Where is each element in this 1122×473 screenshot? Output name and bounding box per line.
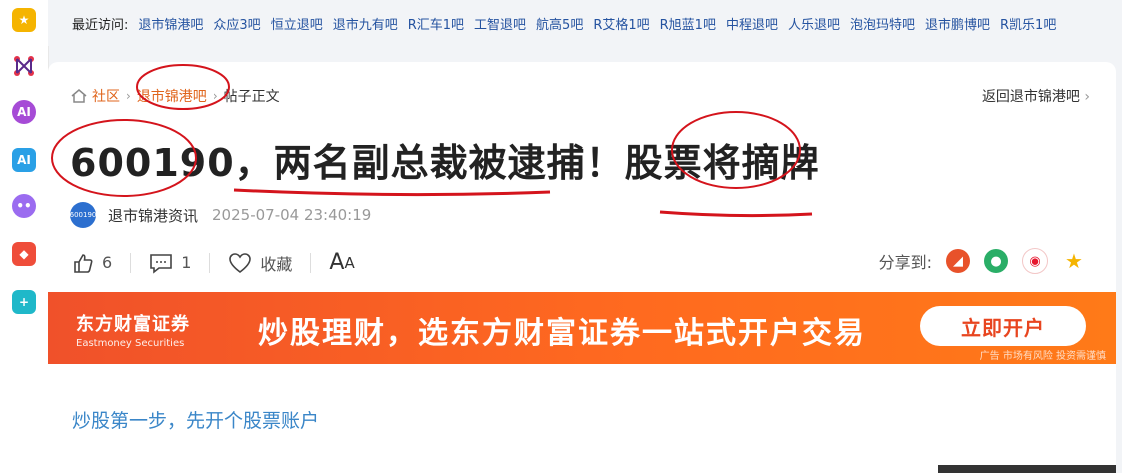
star-icon[interactable]: ★ [12, 8, 36, 32]
heart-icon [229, 252, 252, 273]
chevron-right-icon: › [1084, 89, 1090, 105]
robot-icon[interactable]: •• [12, 194, 36, 218]
open-account-link[interactable]: 炒股第一步，先开个股票账户 [72, 406, 319, 433]
share-bar: 分享到: ◢ ● ◉ ★ [879, 248, 1086, 274]
comment-icon [150, 253, 172, 274]
recent-link[interactable]: R凯乐1吧 [1000, 14, 1056, 33]
chevron-right-icon: › [212, 89, 218, 103]
recent-link[interactable]: 航高5吧 [536, 14, 583, 33]
breadcrumb-community[interactable]: 社区 [92, 86, 120, 106]
left-sidebar: ★ AI AI •• ◆ + [0, 0, 49, 473]
recent-link[interactable]: 中程退吧 [726, 14, 778, 33]
wechat-icon[interactable]: ● [984, 249, 1008, 273]
post-time: 2025-07-04 23:40:19 [212, 206, 372, 224]
font-size-large-glyph: A [329, 250, 345, 275]
recent-link[interactable]: R艾格1吧 [593, 14, 649, 33]
game-icon[interactable]: ◆ [12, 242, 36, 266]
font-size-button[interactable]: AA [329, 250, 354, 275]
plus-app-icon[interactable]: + [12, 290, 36, 314]
divider [310, 252, 312, 273]
back-link-label[interactable]: 返回退市锦港吧 [982, 89, 1080, 105]
post-meta: 600190 退市锦港资讯 2025-07-04 23:40:19 [70, 202, 371, 228]
brand-name: 东方财富证券 [76, 314, 190, 335]
recent-link[interactable]: R旭蓝1吧 [660, 14, 716, 33]
breadcrumb-current: 帖子正文 [223, 89, 280, 105]
share-eastmoney-icon[interactable]: ◢ [946, 249, 970, 273]
recent-link[interactable]: R汇车1吧 [408, 14, 464, 33]
network-icon[interactable] [12, 54, 36, 78]
chevron-right-icon: › [126, 89, 131, 103]
ai-icon[interactable]: AI [12, 148, 36, 172]
share-label: 分享到: [878, 253, 932, 272]
post-card: 社区 › 退市锦港吧 › 帖子正文 返回退市锦港吧 › 600190，两名副总裁… [48, 62, 1116, 473]
divider [209, 252, 211, 273]
recent-link[interactable]: 众应3吧 [213, 14, 260, 33]
annotation-underline [659, 210, 813, 218]
open-account-button[interactable]: 立即开户 [920, 306, 1086, 346]
favorite-button[interactable]: 收藏 [228, 251, 292, 275]
author-name[interactable]: 退市锦港资讯 [108, 205, 198, 226]
recent-link[interactable]: 工智退吧 [474, 14, 526, 33]
like-count: 6 [102, 253, 113, 272]
recent-link[interactable]: 人乐退吧 [788, 14, 840, 33]
recent-link[interactable]: 退市九有吧 [333, 14, 398, 33]
divider [130, 252, 132, 273]
recent-link[interactable]: 泡泡玛特吧 [850, 14, 915, 33]
banner-brand: 东方财富证券 Eastmoney Securities [76, 310, 190, 349]
recent-link[interactable]: 退市锦港吧 [138, 14, 203, 33]
font-size-small-glyph: A [344, 253, 355, 272]
favorite-label: 收藏 [260, 254, 293, 274]
ad-banner[interactable]: 东方财富证券 Eastmoney Securities 炒股理财，选东方财富证券… [48, 292, 1116, 364]
ai-assistant-icon[interactable]: AI [12, 100, 36, 124]
annotation-underline [233, 188, 551, 197]
recent-link[interactable]: 恒立退吧 [271, 14, 323, 33]
post-title: 600190，两名副总裁被逮捕！股票将摘牌 [70, 141, 820, 185]
ad-disclaimer: 广告 市场有风险 投资需谨慎 [979, 351, 1106, 362]
back-to-bar-link[interactable]: 返回退市锦港吧 › [982, 86, 1090, 106]
recent-visits-bar: 最近访问: 退市锦港吧 众应3吧 恒立退吧 退市九有吧 R汇车1吧 工智退吧 航… [48, 0, 1122, 46]
breadcrumb-bar[interactable]: 退市锦港吧 [137, 86, 207, 106]
comment-count: 1 [181, 253, 192, 272]
post-actions: 6 1 收藏 AA [72, 250, 373, 275]
recent-link[interactable]: 退市鹏博吧 [925, 14, 990, 33]
recent-visits-label: 最近访问: [72, 17, 129, 33]
home-icon[interactable] [70, 87, 88, 105]
qzone-star-icon[interactable]: ★ [1062, 249, 1086, 273]
like-button[interactable]: 6 [72, 252, 112, 274]
banner-slogan: 炒股理财，选东方财富证券一站式开户交易 [258, 316, 866, 351]
comment-button[interactable]: 1 [149, 252, 191, 274]
brand-name-en: Eastmoney Securities [76, 338, 185, 349]
avatar[interactable]: 600190 [70, 202, 96, 228]
thumbs-up-icon [74, 253, 93, 273]
corner-bar [938, 465, 1116, 473]
breadcrumb: 社区 › 退市锦港吧 › 帖子正文 [70, 86, 280, 106]
weibo-icon[interactable]: ◉ [1022, 248, 1048, 274]
